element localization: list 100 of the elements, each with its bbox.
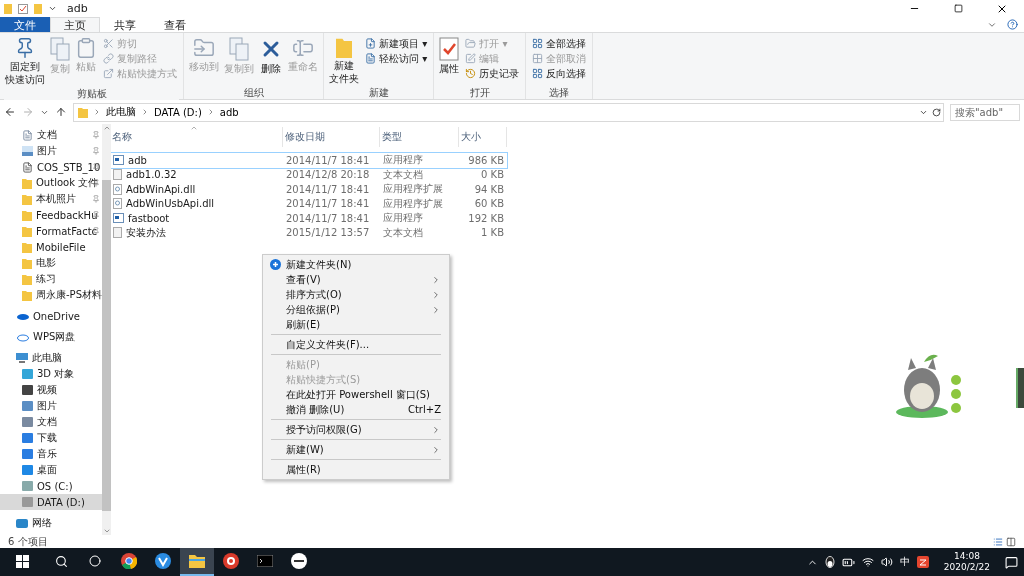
sidebar-item[interactable]: 周永康-PS材料 — [0, 287, 102, 303]
ribbon-button[interactable]: 新建项目 ▾ — [363, 37, 430, 50]
file-type: 文本文档 — [382, 225, 424, 240]
drive-icon — [22, 481, 33, 491]
input-method-indicator[interactable]: 中 — [899, 555, 910, 569]
sidebar-item[interactable]: Outlook 文件 — [0, 175, 102, 191]
sidebar-item[interactable]: MobileFile — [0, 239, 102, 255]
menu-item[interactable]: 新建(W) — [263, 442, 449, 457]
ribbon-tab[interactable]: 共享 — [100, 17, 150, 32]
menu-item[interactable]: 刷新(E) — [263, 317, 449, 332]
refresh-icon[interactable] — [932, 107, 941, 117]
sidebar-item[interactable]: FeedbackHu — [0, 207, 102, 223]
modified-date: 2014/11/7 18:41 — [285, 198, 371, 210]
up-button[interactable] — [55, 106, 67, 118]
sidebar-item[interactable]: 桌面 — [0, 462, 102, 478]
menu-item[interactable]: 排序方式(O) — [263, 287, 449, 302]
ribbon-tab[interactable]: 文件 — [0, 17, 50, 32]
file-type: 应用程序 — [382, 211, 424, 226]
ribbon-button[interactable]: 历史记录 — [463, 67, 522, 80]
app-tray-icon[interactable] — [916, 556, 929, 568]
back-button[interactable] — [4, 106, 16, 118]
breadcrumb[interactable]: DATA (D:) — [154, 106, 202, 118]
pin-icon — [92, 195, 100, 203]
sidebar-item[interactable]: 文档 — [0, 414, 102, 430]
new-item-icon — [365, 38, 376, 49]
ribbon-tab[interactable]: 查看 — [150, 17, 200, 32]
file-row[interactable]: adb1.0.32 2014/12/8 20:18 文本文档 0 KB — [110, 167, 507, 182]
drive-icon — [22, 417, 33, 427]
menu-item[interactable]: 新建文件夹(N) — [263, 257, 449, 272]
sidebar-item[interactable]: 视频 — [0, 382, 102, 398]
file-row[interactable]: adb 2014/11/7 18:41 应用程序 986 KB — [110, 153, 507, 168]
clock[interactable]: 14:08 2020/2/22 — [943, 551, 990, 573]
menu-item[interactable]: 分组依据(P) — [263, 302, 449, 317]
ribbon-button[interactable]: 新建 文件夹 — [328, 35, 360, 86]
ribbon-button[interactable]: 全部选择 — [530, 37, 589, 50]
sidebar-item[interactable]: 下载 — [0, 430, 102, 446]
menu-item[interactable]: 撤消 删除(U) Ctrl+Z — [263, 402, 449, 417]
notifications-icon[interactable] — [1005, 555, 1018, 569]
menu-item[interactable]: 属性(R) — [263, 462, 449, 477]
sidebar-item[interactable]: COS_STB_10 — [0, 159, 102, 175]
cloud-icon — [16, 312, 29, 320]
penguin-icon[interactable] — [824, 556, 835, 568]
sidebar-item[interactable]: 音乐 — [0, 446, 102, 462]
drive-icon — [22, 433, 33, 443]
file-row[interactable]: AdbWinUsbApi.dll 2014/11/7 18:41 应用程序扩展 60 KB — [110, 196, 507, 211]
sidebar-item[interactable]: 练习 — [0, 271, 102, 287]
sidebar-item[interactable]: 电影 — [0, 255, 102, 271]
sidebar-item[interactable]: 图片 — [0, 398, 102, 414]
network-icon — [16, 518, 28, 528]
sidebar-item[interactable]: DATA (D:) — [0, 494, 102, 510]
invert-selection-icon — [532, 68, 544, 79]
sidebar-item[interactable]: 本机照片 — [0, 191, 102, 207]
address-bar[interactable]: 此电脑 DATA (D:) adb — [73, 102, 944, 122]
column-header[interactable]: 大小 — [459, 127, 507, 147]
pin-icon — [92, 163, 100, 171]
ribbon-button[interactable]: 轻松访问 ▾ — [363, 52, 430, 65]
column-header[interactable]: 修改日期 — [283, 127, 380, 147]
pin-icon — [92, 131, 100, 139]
ribbon-tab[interactable]: 主页 — [50, 17, 100, 32]
pin-icon — [92, 147, 100, 155]
sidebar-item[interactable]: 3D 对象 — [0, 366, 102, 382]
column-header[interactable]: 名称 — [110, 127, 283, 147]
folder-icon — [22, 241, 32, 253]
sidebar-item[interactable]: FormatFactc — [0, 223, 102, 239]
sidebar-item[interactable]: WPS网盘 — [0, 329, 102, 345]
scrollbar[interactable] — [102, 124, 111, 535]
file-row[interactable]: 安装办法 2015/1/12 13:57 文本文档 1 KB — [110, 225, 507, 240]
help-icon[interactable] — [1007, 19, 1018, 30]
edge-tab[interactable] — [1016, 368, 1024, 408]
file-name: AdbWinApi.dll — [110, 183, 283, 195]
ribbon-button[interactable]: 删除 — [258, 35, 284, 86]
large-icons-view-icon[interactable] — [1006, 536, 1016, 547]
sidebar-item[interactable]: 文档 — [0, 127, 102, 143]
wifi-icon[interactable] — [861, 556, 874, 568]
customize-icon[interactable] — [48, 4, 57, 13]
select-none-icon — [532, 53, 544, 64]
sidebar-item[interactable]: 图片 — [0, 143, 102, 159]
modified-date: 2015/1/12 13:57 — [285, 227, 371, 239]
properties-icon[interactable] — [18, 3, 28, 14]
file-row[interactable]: AdbWinApi.dll 2014/11/7 18:41 应用程序扩展 94 KB — [110, 182, 507, 197]
menu-item[interactable]: 在此处打开 Powershell 窗口(S) — [263, 387, 449, 402]
menu-item[interactable]: 自定义文件夹(F)... — [263, 337, 449, 352]
ribbon-button[interactable]: 反向选择 — [530, 67, 589, 80]
sidebar-item[interactable]: OS (C:) — [0, 478, 102, 494]
volume-icon[interactable] — [880, 556, 893, 568]
drive-icon — [22, 385, 33, 395]
breadcrumb[interactable]: adb — [219, 106, 239, 118]
sidebar-item[interactable]: 此电脑 — [0, 350, 102, 366]
taskbar-app[interactable] — [180, 548, 214, 576]
file-row[interactable]: fastboot 2014/11/7 18:41 应用程序 192 KB — [110, 211, 507, 226]
ribbon-button[interactable]: 属性 — [438, 35, 461, 86]
maximize-icon — [953, 4, 963, 13]
breadcrumb[interactable]: 此电脑 — [106, 105, 136, 119]
sidebar-item[interactable]: 网络 — [0, 515, 102, 531]
ribbon-button[interactable]: 固定到 快速访问 — [4, 35, 46, 87]
menu-item[interactable]: 授予访问权限(G) — [263, 422, 449, 437]
search-field[interactable]: 搜索"adb" — [950, 103, 1020, 121]
sidebar-item[interactable]: OneDrive — [0, 308, 102, 324]
column-header[interactable]: 类型 — [380, 127, 459, 147]
menu-item[interactable]: 查看(V) — [263, 272, 449, 287]
